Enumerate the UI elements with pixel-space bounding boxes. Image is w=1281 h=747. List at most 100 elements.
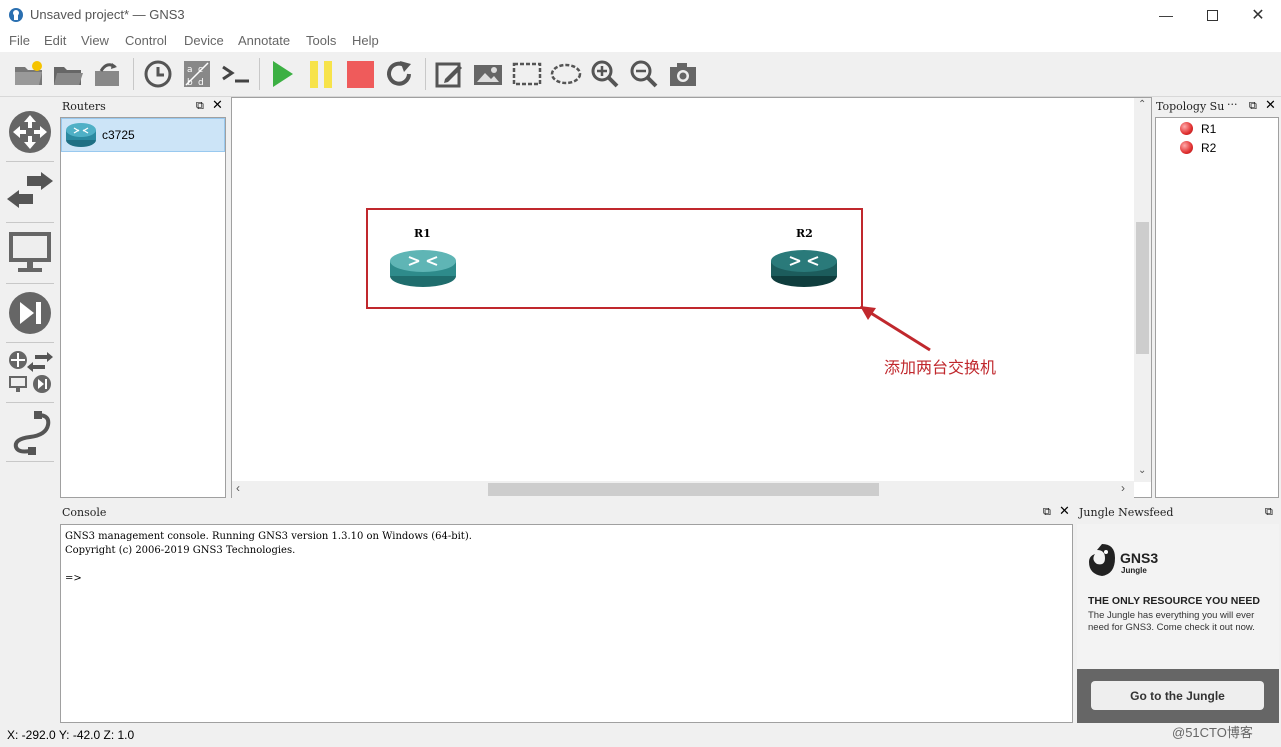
add-note-button[interactable]	[432, 57, 466, 91]
close-panel-icon[interactable]: ✕	[212, 98, 223, 113]
close-panel-icon[interactable]: ✕	[1059, 504, 1070, 519]
snapshot-clock-icon	[144, 60, 172, 88]
topology-item-r2[interactable]: R2	[1180, 139, 1270, 157]
maximize-button[interactable]	[1189, 0, 1235, 30]
menu-file[interactable]: File	[9, 33, 30, 48]
vertical-scroll-thumb[interactable]	[1136, 222, 1149, 354]
menu-control[interactable]: Control	[125, 33, 167, 48]
suspend-all-icon	[310, 61, 332, 88]
stop-all-button[interactable]	[343, 57, 377, 91]
node-label-r2: R2	[796, 227, 813, 240]
annotation-arrow	[860, 306, 931, 352]
menu-annotate[interactable]: Annotate	[238, 33, 290, 48]
console-line: Copyright (c) 2006-2019 GNS3 Technologie…	[65, 545, 296, 556]
close-button[interactable]: ✕	[1235, 0, 1281, 30]
scroll-right-icon[interactable]: ›	[1121, 481, 1125, 495]
reload-all-icon	[387, 61, 411, 86]
draw-ellipse-button[interactable]	[549, 57, 583, 91]
routers-panel: Routers ⧉ ✕ c3725	[60, 97, 226, 498]
node-stopped-status-icon	[1180, 122, 1193, 135]
routers-category-button[interactable]	[6, 107, 54, 157]
device-type-bar	[0, 97, 58, 725]
reload-all-button[interactable]	[382, 57, 416, 91]
show-interface-labels-icon: acbd	[184, 61, 210, 88]
float-panel-icon[interactable]: ⧉	[1265, 505, 1273, 519]
device-bar-separator	[6, 402, 54, 403]
router-template-item[interactable]: c3725	[61, 118, 225, 152]
status-bar: X: -292.0 Y: -42.0 Z: 1.0 @51CTO博客	[0, 725, 1281, 747]
start-all-button[interactable]	[265, 57, 299, 91]
router-node-r2[interactable]	[770, 244, 838, 290]
horizontal-scrollbar[interactable]: ‹ ›	[232, 481, 1134, 498]
switches-category-button[interactable]	[6, 167, 54, 217]
topology-item-r1[interactable]: R1	[1180, 120, 1270, 138]
security-devices-category-button[interactable]	[6, 288, 54, 338]
open-project-button[interactable]	[51, 57, 85, 91]
end-devices-category-button[interactable]	[6, 227, 54, 277]
maximize-icon	[1206, 9, 1218, 21]
console-panel: Console ⧉ ✕ GNS3 management console. Run…	[60, 503, 1073, 723]
device-bar-separator	[6, 342, 54, 343]
menu-help[interactable]: Help	[352, 33, 379, 48]
console-line: GNS3 management console. Running GNS3 ve…	[65, 531, 472, 542]
router-template-label: c3725	[102, 128, 135, 142]
play-step-category-icon	[9, 292, 51, 334]
routers-panel-title: Routers	[62, 100, 106, 113]
console-output[interactable]: GNS3 management console. Running GNS3 ve…	[60, 524, 1073, 723]
topology-canvas[interactable]: R1 R2 添加两台交换机 ⌃ ⌄ ‹ ›	[231, 97, 1152, 498]
console-prompt: =>	[65, 573, 82, 584]
toolbar: acbd	[0, 52, 1281, 97]
toolbar-separator	[425, 58, 426, 90]
add-link-button[interactable]	[6, 407, 54, 457]
console-all-button[interactable]	[219, 57, 253, 91]
menu-bar: File Edit View Control Device Annotate T…	[0, 30, 1281, 52]
new-project-button[interactable]	[12, 57, 46, 91]
screenshot-button[interactable]	[666, 57, 700, 91]
node-label-r1: R1	[414, 227, 431, 240]
close-panel-icon[interactable]: ✕	[1265, 98, 1276, 113]
screenshot-icon	[670, 63, 696, 86]
topology-item-label: R1	[1201, 122, 1217, 136]
float-panel-icon[interactable]: ⧉	[1043, 505, 1051, 519]
topology-summary-list: R1 R2	[1155, 117, 1279, 498]
zoom-out-icon	[630, 60, 658, 88]
snapshot-button[interactable]	[141, 57, 175, 91]
float-panel-icon[interactable]: ⧉	[1249, 99, 1257, 113]
console-header: Console ⧉ ✕	[60, 503, 1073, 523]
scroll-up-icon[interactable]: ⌃	[1138, 99, 1146, 110]
window-title: Unsaved project* — GNS3	[30, 7, 185, 22]
suspend-all-button[interactable]	[304, 57, 338, 91]
vertical-scrollbar[interactable]: ⌃ ⌄	[1134, 98, 1151, 482]
draw-rectangle-button[interactable]	[510, 57, 544, 91]
title-ellipsis: ···	[1227, 98, 1238, 111]
all-devices-category-button[interactable]	[6, 347, 54, 397]
svg-text:a: a	[187, 65, 193, 75]
jungle-body: The Jungle has everything you will ever …	[1088, 610, 1255, 633]
toolbar-separator	[133, 58, 134, 90]
zoom-out-button[interactable]	[627, 57, 661, 91]
save-project-button[interactable]	[90, 57, 124, 91]
show-interface-labels-button[interactable]: acbd	[180, 57, 214, 91]
jungle-logo-subtext: Jungle	[1121, 566, 1147, 575]
minimize-button[interactable]: —	[1143, 0, 1189, 30]
zoom-in-icon	[591, 60, 619, 88]
go-to-jungle-button[interactable]: Go to the Jungle	[1091, 681, 1264, 710]
scroll-down-icon[interactable]: ⌄	[1138, 465, 1146, 476]
menu-view[interactable]: View	[81, 33, 109, 48]
scroll-left-icon[interactable]: ‹	[236, 481, 240, 495]
topology-summary-header: Topology Su ··· ⧉ ✕	[1155, 97, 1279, 117]
gns3-app-icon	[9, 8, 23, 22]
horizontal-scroll-thumb[interactable]	[488, 483, 879, 496]
float-panel-icon[interactable]: ⧉	[196, 99, 204, 113]
toolbar-separator	[259, 58, 260, 90]
close-icon: ✕	[1251, 7, 1265, 24]
insert-picture-button[interactable]	[471, 57, 505, 91]
menu-tools[interactable]: Tools	[306, 33, 336, 48]
router-node-r1[interactable]	[389, 244, 457, 290]
draw-ellipse-icon	[550, 63, 582, 85]
menu-edit[interactable]: Edit	[44, 33, 66, 48]
menu-device[interactable]: Device	[184, 33, 224, 48]
routers-panel-header: Routers ⧉ ✕	[60, 97, 226, 117]
zoom-in-button[interactable]	[588, 57, 622, 91]
